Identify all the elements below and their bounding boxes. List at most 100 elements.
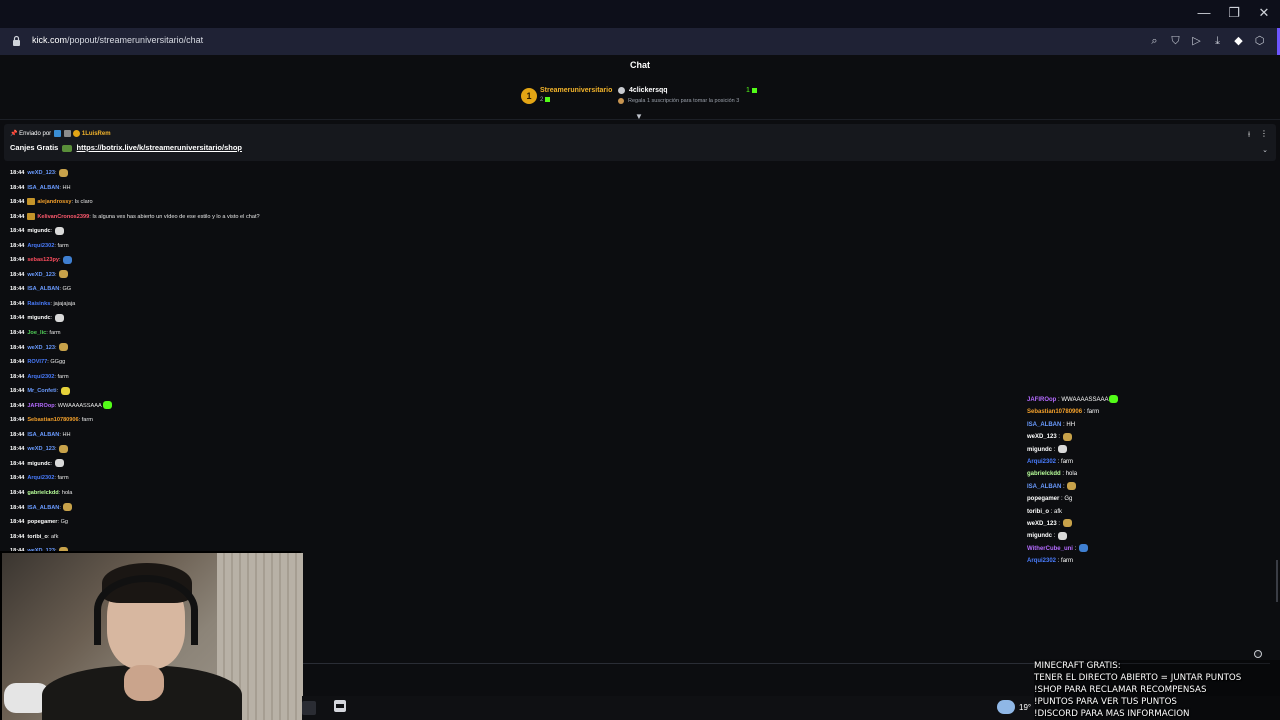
rank-badge: 1 [521, 88, 537, 104]
lock-icon [13, 35, 20, 46]
extension-icon[interactable]: ◆ [1232, 33, 1245, 49]
message-username[interactable]: ISA_ALBAN [27, 286, 59, 292]
overlay-text: hola [1065, 471, 1078, 478]
message-username[interactable]: JAFIROop [27, 403, 54, 409]
message-username[interactable]: Arqui2302 [27, 475, 54, 481]
message-username[interactable]: Sebastian10780906 [27, 417, 78, 423]
download-icon[interactable]: ⤓ [1211, 33, 1224, 49]
expand-chevron-icon[interactable]: ⌄ [1262, 146, 1268, 154]
message-username[interactable]: sebas123py [27, 257, 59, 263]
chat-message: 18:44 migundc: [10, 224, 610, 239]
message-username[interactable]: weXD_123 [27, 272, 55, 278]
message-time: 18:44 [10, 300, 25, 307]
message-username[interactable]: ISA_ALBAN [27, 505, 59, 511]
unpin-icon[interactable]: ⍿ [1248, 130, 1250, 140]
message-username[interactable]: KelivanCronos2399 [37, 214, 89, 220]
message-time: 18:44 [10, 228, 25, 235]
gift-hint-icon [618, 98, 624, 104]
scrollbar[interactable] [1276, 560, 1278, 602]
message-username[interactable]: gabrielckdd [27, 490, 58, 496]
chat-message: 18:44 Arqui2302: farm [10, 471, 610, 486]
pinned-sender-name[interactable]: 1LuisRem [82, 131, 111, 137]
message-username[interactable]: ISA_ALBAN [27, 185, 59, 191]
play-icon[interactable]: ▷ [1190, 33, 1203, 49]
message-colon: : [59, 257, 63, 264]
emoji-icon[interactable] [1254, 650, 1262, 658]
message-text: GGgg [50, 359, 66, 366]
message-username[interactable]: weXD_123 [27, 345, 55, 351]
close-icon[interactable]: ✕ [1256, 4, 1272, 22]
message-username[interactable]: migundc [27, 461, 50, 467]
chat-message: 18:44 sebas123py: [10, 253, 610, 268]
message-username[interactable]: toribi_o [27, 534, 48, 540]
search-icon[interactable]: ⌕ [1148, 33, 1161, 49]
overlay-colon: : [1056, 434, 1062, 441]
message-username[interactable]: Arqui2302 [27, 374, 54, 380]
emote-icon [1109, 395, 1119, 404]
overlay-message: Arqui2302 : farm [1027, 555, 1227, 567]
overlay-username: Sebastian10780906 [1027, 409, 1083, 416]
overlay-message: ISA_ALBAN : [1027, 481, 1227, 493]
message-time: 18:44 [10, 388, 25, 395]
message-username[interactable]: migundc [27, 315, 50, 321]
cube-icon[interactable]: ⬡ [1253, 33, 1266, 49]
chat-title: Chat [630, 60, 650, 70]
message-username[interactable]: migundc [27, 228, 50, 234]
message-colon: : [55, 344, 59, 351]
overlay-colon: : [1072, 545, 1078, 552]
shield-icon[interactable]: ⛉ [1169, 33, 1182, 49]
chat-message-list[interactable]: 18:44 weXD_123: 18:44 ISA_ALBAN: HH 18:44 al… [10, 166, 610, 552]
message-text: Is alguna ves has abierto un vídeo de es… [92, 213, 260, 220]
chat-message: 18:44 ISA_ALBAN: HH [10, 181, 610, 196]
emote-icon [1067, 482, 1077, 491]
message-username[interactable]: popegamer [27, 519, 57, 525]
message-text: WWAAAASSAAA [57, 402, 102, 409]
emote-icon [62, 144, 73, 152]
chat-message: 18:44 ROVI77: GGgg [10, 355, 610, 370]
message-username[interactable]: Raisinks [27, 301, 50, 307]
message-text: farm [57, 242, 69, 249]
chat-message: 18:44 Joe_lic: farm [10, 326, 610, 341]
minimize-icon[interactable]: — [1196, 4, 1212, 22]
overlay-message: ISA_ALBAN : HH [1027, 419, 1227, 431]
overlay-username: weXD_123 [1027, 520, 1057, 527]
overlay-username: toribi_o [1027, 508, 1049, 515]
chat-message: 18:44weXD_123: [10, 341, 610, 356]
more-options-icon[interactable]: ⋮ [1260, 129, 1268, 138]
message-text: HH [62, 431, 71, 438]
message-time: 18:44 [10, 373, 25, 380]
message-username[interactable]: ISA_ALBAN [27, 432, 59, 438]
chat-message: 18:44 Sebastian10780906: farm [10, 413, 610, 428]
message-username[interactable]: weXD_123 [27, 446, 55, 452]
pinned-text: Canjes Gratis https://botrix.live/k/stre… [10, 143, 243, 152]
overlay-text: WWAAAASSAAA [1061, 397, 1109, 403]
overlay-username: Arqui2302 [1027, 558, 1057, 565]
message-time: 18:44 [10, 271, 25, 278]
message-text: jajajajaja [53, 300, 76, 307]
chat-message: 18:44 JAFIROop: WWAAAASSAAA [10, 399, 610, 414]
second-gifter-name[interactable]: 4clickersqq [629, 87, 668, 94]
weather-icon [997, 700, 1015, 714]
emote-icon [1062, 519, 1072, 528]
message-username[interactable]: Joe_lic [27, 330, 46, 336]
message-username[interactable]: ROVI77 [27, 359, 47, 365]
message-username[interactable]: Mr_Confeti [27, 388, 56, 394]
emote-icon [60, 386, 70, 395]
message-username[interactable]: weXD_123 [27, 170, 55, 176]
pinned-link[interactable]: https://botrix.live/k/streameruniversita… [77, 143, 242, 152]
restore-icon[interactable]: ❐ [1226, 4, 1242, 22]
overlay-message: Sebastian10780906 : farm [1027, 406, 1227, 418]
app-icon[interactable] [302, 701, 316, 715]
message-colon: : [55, 271, 59, 278]
message-username[interactable]: Arqui2302 [27, 243, 54, 249]
top-gifter-name[interactable]: Streameruniversitario [540, 87, 612, 94]
message-time: 18:44 [10, 519, 25, 526]
discord-icon[interactable] [334, 700, 346, 712]
url-text[interactable]: kick.com/popout/streameruniversitario/ch… [32, 35, 203, 45]
message-colon: : [56, 388, 60, 395]
message-username[interactable]: alejandrossy [37, 199, 71, 205]
address-bar[interactable]: kick.com/popout/streameruniversitario/ch… [0, 28, 1280, 55]
emote-icon [54, 226, 64, 235]
stream-info-line: !PUNTOS PARA VER TUS PUNTOS [1034, 697, 1177, 707]
chat-message: 18:44 toribi_o: afk [10, 530, 610, 545]
